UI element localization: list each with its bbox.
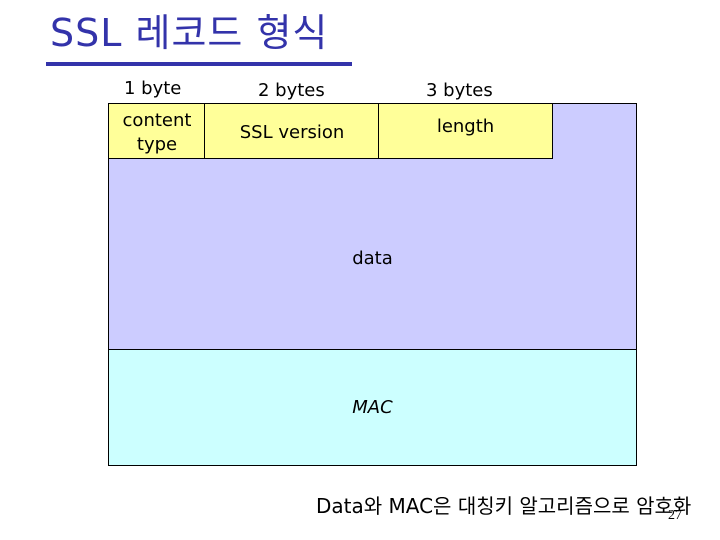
mac-label: MAC: [352, 397, 393, 418]
content-type-line2: type: [136, 134, 178, 155]
content-type-line1: content: [122, 110, 192, 131]
header-field-ssl-version: SSL version: [204, 103, 380, 159]
size-label-ssl-version: 2 bytes: [258, 80, 325, 101]
length-label: length: [436, 116, 495, 137]
data-label: data: [352, 248, 393, 269]
slide-title: SSL 레코드 형식: [50, 11, 329, 55]
header-field-length: length: [378, 103, 553, 159]
mac-field: MAC: [108, 349, 637, 466]
header-field-content-type: content type: [108, 103, 206, 159]
caption: Data와 MAC은 대칭키 알고리즘으로 암호화: [316, 494, 692, 518]
title-underline: [46, 62, 352, 66]
size-label-content-type: 1 byte: [124, 78, 182, 99]
page-number: 27: [668, 508, 682, 523]
ssl-version-label: SSL version: [239, 122, 345, 143]
size-label-length: 3 bytes: [426, 80, 493, 101]
